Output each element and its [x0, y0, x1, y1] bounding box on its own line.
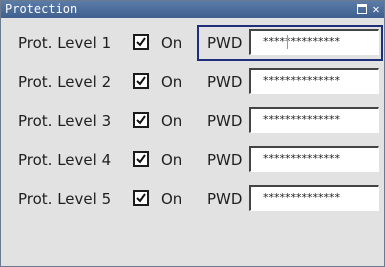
- checkmark-icon: [136, 37, 146, 47]
- password-field[interactable]: **************: [249, 68, 379, 94]
- protection-level-label: Prot. Level 3: [18, 112, 112, 130]
- on-checkbox[interactable]: [133, 151, 149, 167]
- checkmark-icon: [136, 115, 146, 125]
- on-label: On: [161, 112, 183, 130]
- pwd-label: PWD: [207, 151, 243, 169]
- protection-level-row: Prot. Level 2 On PWD **************: [1, 64, 385, 102]
- protection-level-label: Prot. Level 4: [18, 151, 112, 169]
- password-field[interactable]: **************: [249, 29, 379, 55]
- protection-level-row: Prot. Level 3 On PWD **************: [1, 103, 385, 141]
- pwd-label: PWD: [207, 190, 243, 208]
- maximize-icon[interactable]: [357, 4, 367, 14]
- password-field[interactable]: **************: [249, 185, 379, 211]
- protection-level-label: Prot. Level 1: [18, 34, 112, 52]
- on-label: On: [161, 73, 183, 91]
- protection-level-label: Prot. Level 2: [18, 73, 112, 91]
- on-label: On: [161, 34, 183, 52]
- on-checkbox[interactable]: [133, 190, 149, 206]
- on-label: On: [161, 190, 183, 208]
- text-caret: [287, 35, 288, 49]
- on-label: On: [161, 151, 183, 169]
- pwd-label: PWD: [207, 34, 243, 52]
- checkmark-icon: [136, 193, 146, 203]
- on-checkbox[interactable]: [133, 73, 149, 89]
- password-field[interactable]: **************: [249, 107, 379, 133]
- pwd-label: PWD: [207, 112, 243, 130]
- protection-level-row: Prot. Level 4 On PWD **************: [1, 142, 385, 180]
- password-field[interactable]: **************: [249, 146, 379, 172]
- pwd-label: PWD: [207, 73, 243, 91]
- close-icon[interactable]: ✕: [370, 2, 382, 16]
- checkmark-icon: [136, 76, 146, 86]
- on-checkbox[interactable]: [133, 34, 149, 50]
- title-bar[interactable]: Protection ✕: [1, 1, 384, 18]
- protection-level-row: Prot. Level 1 On PWD **************: [1, 25, 385, 63]
- protection-level-row: Prot. Level 5 On PWD **************: [1, 181, 385, 219]
- window-title: Protection: [5, 2, 78, 16]
- on-checkbox[interactable]: [133, 112, 149, 128]
- protection-window: Protection ✕ Prot. Level 1 On PWD ******…: [0, 0, 385, 267]
- protection-level-label: Prot. Level 5: [18, 190, 112, 208]
- checkmark-icon: [136, 154, 146, 164]
